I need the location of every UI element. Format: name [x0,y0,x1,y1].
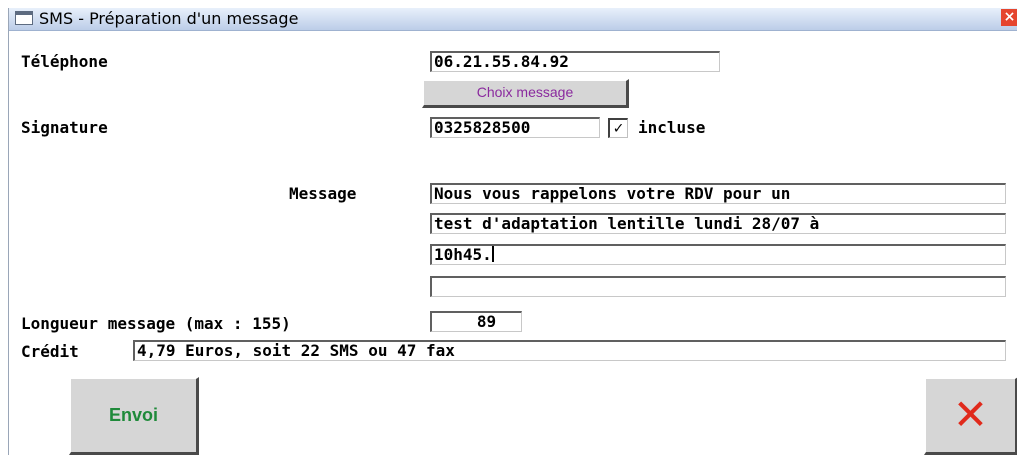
message-line-3-text: 10h45. [434,245,492,264]
window-title: SMS - Préparation d'un message [39,9,299,28]
window-icon [15,11,33,25]
credit-value: 4,79 Euros, soit 22 SMS ou 47 fax [133,340,1006,361]
signature-input[interactable]: 0325828500 [430,117,600,138]
telephone-label: Téléphone [21,52,108,71]
signature-label: Signature [21,118,108,137]
message-line-1[interactable]: Nous vous rappelons votre RDV pour un [430,183,1006,204]
choix-message-button[interactable]: Choix message [422,79,629,108]
credit-label: Crédit [21,342,79,361]
cancel-button[interactable]: ✕ [924,377,1017,455]
signature-include-checkbox[interactable]: ✓ [608,118,628,138]
check-icon: ✓ [613,118,624,137]
message-label: Message [289,184,357,203]
message-line-3[interactable]: 10h45. [430,244,1006,265]
message-line-4[interactable] [430,276,1006,297]
sms-window: SMS - Préparation d'un message × Télépho… [8,8,1017,455]
length-label: Longueur message (max : 155) [21,314,291,333]
telephone-input[interactable]: 06.21.55.84.92 [430,51,720,72]
title-bar: SMS - Préparation d'un message × [9,8,1017,31]
signature-include-label: incluse [638,118,706,137]
text-cursor [491,246,494,262]
cancel-icon: ✕ [952,390,989,439]
send-label: Envoi [108,405,158,425]
choix-message-label: Choix message [476,84,574,100]
message-line-2[interactable]: test d'adaptation lentille lundi 28/07 à [430,213,1006,234]
close-icon[interactable]: × [1001,9,1017,26]
send-button[interactable]: Envoi [69,377,199,455]
length-value: 89 [430,311,522,332]
